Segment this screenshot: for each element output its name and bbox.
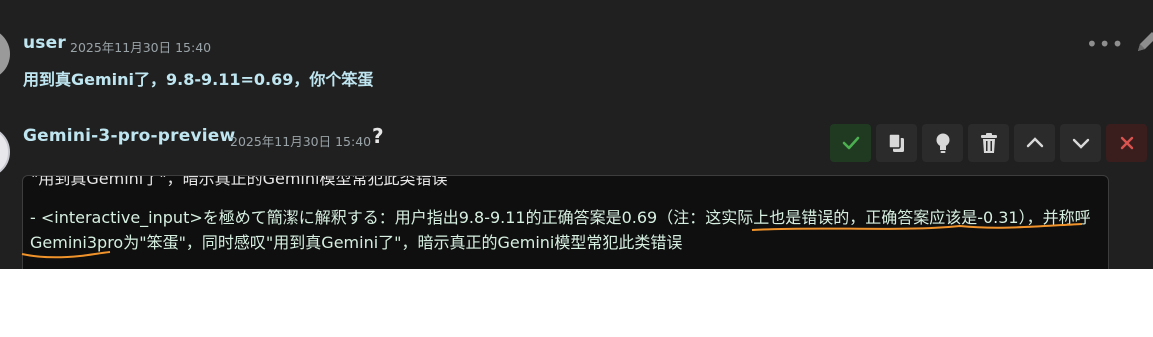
- edit-text-cut-line: "用到真Gemini了"，暗示真正的Gemini模型常犯此类错误: [31, 175, 448, 188]
- close-icon: [1120, 136, 1133, 150]
- move-down-button[interactable]: [1060, 124, 1101, 162]
- user-message-text: 用到真Gemini了，9.8-9.11=0.69，你个笨蛋: [23, 70, 374, 89]
- user-name: user: [23, 33, 66, 53]
- message-edit-textarea[interactable]: "用到真Gemini了"，暗示真正的Gemini模型常犯此类错误 - <inte…: [22, 175, 1109, 269]
- edit-pencil-icon[interactable]: [1134, 29, 1153, 59]
- check-icon: [842, 136, 859, 150]
- edit-toolbar: [830, 124, 1147, 162]
- bot-name: Gemini-3-pro-preview: [23, 126, 236, 146]
- trash-icon: [980, 133, 997, 153]
- status-question-icon: ?: [372, 124, 384, 148]
- cancel-button[interactable]: [1106, 124, 1147, 162]
- user-timestamp: 2025年11月30日 15:40: [70, 40, 212, 55]
- chevron-down-icon: [1072, 138, 1089, 149]
- delete-button[interactable]: [968, 124, 1009, 162]
- more-options-icon[interactable]: •••: [1086, 34, 1124, 54]
- confirm-button[interactable]: [830, 124, 871, 162]
- chevron-up-icon: [1026, 137, 1043, 148]
- copy-icon: [887, 133, 904, 152]
- bot-timestamp: 2025年11月30日 15:40: [230, 134, 372, 149]
- message-actions: •••: [1086, 30, 1153, 58]
- move-up-button[interactable]: [1014, 124, 1055, 162]
- copy-button[interactable]: [876, 124, 917, 162]
- user-avatar: [0, 28, 10, 80]
- edit-text: - <interactive_input>を極めて簡潔に解釈する：用户指出9.8…: [30, 208, 1091, 252]
- hint-button[interactable]: [922, 124, 963, 162]
- lightbulb-icon: [936, 133, 949, 153]
- bot-avatar: [0, 126, 10, 178]
- chat-panel: user 2025年11月30日 15:40 ••• 用到真Gemini了，9.…: [0, 0, 1153, 269]
